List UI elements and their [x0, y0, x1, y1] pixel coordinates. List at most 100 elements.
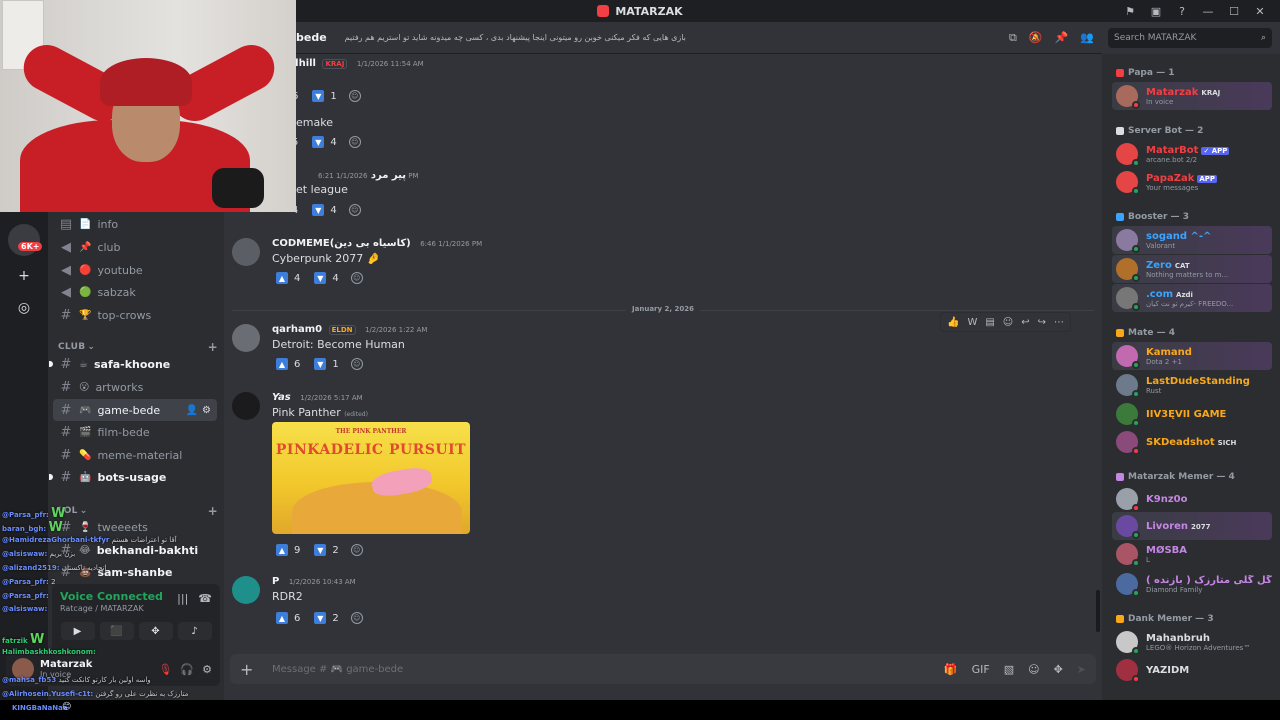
add-channel-icon[interactable]: + — [208, 340, 218, 354]
message-composer[interactable]: + Message # 🎮 game-bede 🎁 GIF ▧ ☺ ✥ ➤ — [230, 654, 1096, 684]
user-info[interactable]: Matarzak In voice — [40, 659, 92, 679]
add-reaction-button[interactable]: ☺ — [349, 610, 365, 626]
minimize-button[interactable]: — — [1196, 0, 1220, 22]
channel-youtube[interactable]: ◀ 🔴 youtube — [53, 259, 217, 281]
w-reaction-icon[interactable]: W — [967, 317, 977, 328]
author-name[interactable]: پیر مرد — [371, 170, 406, 181]
noise-suppression-icon[interactable]: ||| — [177, 592, 188, 605]
channel-artworks[interactable]: # 😮 artworks — [53, 376, 217, 398]
add-server-icon[interactable]: + — [8, 260, 40, 292]
member-item[interactable]: MØSBA L — [1112, 540, 1272, 568]
author-name[interactable]: CODMEME(کاسیاه بی دین) — [272, 238, 411, 249]
upvote-reaction[interactable]: ▲ 9 — [272, 542, 304, 558]
member-item[interactable]: Matarzak KRAJ In voice — [1112, 82, 1272, 110]
camera-button[interactable]: ▶ — [60, 622, 95, 640]
member-item[interactable]: Mahanbruh LEGO® Horizon Adventures™ — [1112, 628, 1272, 656]
gift-icon[interactable]: 🎁 — [944, 663, 958, 676]
send-icon[interactable]: ➤ — [1077, 663, 1086, 676]
channel-film-bede[interactable]: # 🎬 film-bede — [53, 421, 217, 443]
close-button[interactable]: ✕ — [1248, 0, 1272, 22]
avatar[interactable] — [232, 324, 260, 352]
avatar[interactable] — [232, 576, 260, 604]
channel-meme-material[interactable]: # 💊 meme-material — [53, 444, 217, 466]
member-item[interactable]: شرت گل گلی متارزک ( بازنده ) !Diamond Fa… — [1112, 570, 1272, 598]
member-item[interactable]: K9nz0o — [1112, 485, 1272, 513]
channel-club[interactable]: ◀ 📌 club — [53, 236, 217, 258]
disconnect-icon[interactable]: ☎ — [198, 592, 212, 605]
avatar[interactable] — [12, 658, 34, 680]
members-icon[interactable]: 👥 — [1080, 31, 1094, 45]
message-scrollbar[interactable] — [1096, 590, 1100, 632]
channel-bots-usage[interactable]: # 🤖 bots-usage — [49, 466, 217, 488]
upvote-reaction[interactable]: ▲ 6 — [272, 610, 304, 626]
member-item[interactable]: SKDeadshot SICH — [1112, 428, 1272, 456]
channel-tweeeets[interactable]: # 🍷 tweeeets — [53, 516, 217, 538]
member-item[interactable]: MatarBot ✓ APP arcane.bot 2/2 — [1112, 140, 1272, 168]
channel-info[interactable]: ▤ 📄 info — [53, 213, 217, 235]
channel-top-crows[interactable]: # 🏆 top-crows — [53, 304, 217, 326]
channel-safa-khoone[interactable]: # ☕ safa-khoone — [49, 353, 217, 375]
activities-button[interactable]: ✥ — [138, 622, 173, 640]
server-icon-matarzak[interactable] — [8, 224, 40, 256]
add-reaction-button[interactable]: ☺ — [349, 356, 365, 372]
soundboard-button[interactable]: ♪ — [177, 622, 212, 640]
upvote-reaction[interactable]: ▲ 6 — [272, 356, 304, 372]
add-reaction-icon[interactable]: ☺ — [1003, 317, 1013, 328]
author-name[interactable]: P — [272, 576, 279, 587]
downvote-reaction[interactable]: ▼ 2 — [310, 542, 342, 558]
add-reaction-button[interactable]: ☺ — [347, 134, 363, 150]
downvote-reaction[interactable]: ▼ 2 — [310, 610, 342, 626]
fact-reaction-icon[interactable]: ▤ — [985, 317, 994, 328]
discover-icon[interactable]: ◎ — [8, 292, 40, 324]
channel-sabzak[interactable]: ◀ 🟢 sabzak — [53, 281, 217, 303]
member-item[interactable]: Livoren 2077 — [1112, 512, 1272, 540]
upvote-reaction[interactable]: ▲ 4 — [272, 270, 304, 286]
reply-icon[interactable]: ↩ — [1021, 317, 1029, 328]
channel-sam-shanbe[interactable]: # 💩 sam-shanbe — [53, 561, 217, 583]
add-reaction-button[interactable]: ☺ — [347, 202, 363, 218]
downvote-reaction[interactable]: ▼ 1 — [310, 356, 342, 372]
screen-icon[interactable]: ▣ — [1144, 0, 1168, 22]
inbox-icon[interactable]: ⚑ — [1118, 0, 1142, 22]
search-input[interactable]: Search MATARZAK ⌕ — [1108, 28, 1272, 48]
screen-share-button[interactable]: ⬛ — [99, 622, 134, 640]
author-name[interactable]: qarham0 — [272, 324, 322, 335]
threads-icon[interactable]: ⧉ — [1009, 31, 1017, 45]
more-options-icon[interactable]: ⋯ — [1054, 317, 1064, 328]
invite-icon[interactable]: 👤 — [186, 405, 198, 416]
avatar[interactable] — [232, 392, 260, 420]
author-name[interactable]: Yas — [272, 392, 291, 403]
thumbs-up-icon[interactable]: 👍 — [947, 317, 959, 328]
gif-icon[interactable]: GIF — [972, 663, 990, 676]
apps-icon[interactable]: ✥ — [1054, 663, 1063, 676]
forward-icon[interactable]: ↪ — [1038, 317, 1046, 328]
attach-plus-icon[interactable]: + — [240, 660, 262, 679]
gear-icon[interactable]: ⚙ — [202, 663, 212, 676]
downvote-reaction[interactable]: ▼ 4 — [308, 134, 340, 150]
attachment-image[interactable]: THE PINK PANTHER PINKADELIC PURSUIT — [272, 422, 470, 534]
channel-bekhandi-bakhti[interactable]: # 😂 bekhandi-bakhti — [53, 539, 217, 561]
mute-microphone-icon[interactable]: 🎙 — [158, 663, 172, 676]
mute-notifications-icon[interactable]: 🔕 — [1029, 31, 1043, 45]
downvote-reaction[interactable]: ▼ 4 — [308, 202, 340, 218]
add-reaction-button[interactable]: ☺ — [347, 88, 363, 104]
category-club[interactable]: CLUB ⌄ + — [58, 340, 218, 354]
member-item[interactable]: PapaZak APP Your messages — [1112, 168, 1272, 196]
headphones-icon[interactable]: 🎧 — [180, 663, 194, 676]
member-item[interactable]: .com Azdi کیرم تو نت کیان- FREEDO... — [1112, 284, 1272, 312]
member-item[interactable]: IIV3ĘVII GAME — [1112, 400, 1272, 428]
channel-game-bede[interactable]: # 🎮 game-bede 👤 ⚙ — [53, 399, 217, 421]
add-reaction-button[interactable]: ☺ — [349, 270, 365, 286]
pin-icon[interactable]: 📌 — [1055, 31, 1069, 45]
add-reaction-button[interactable]: ☺ — [349, 542, 365, 558]
member-item[interactable]: LastDudeStanding Rust — [1112, 371, 1272, 399]
help-icon[interactable]: ? — [1170, 0, 1194, 22]
sticker-icon[interactable]: ▧ — [1004, 663, 1014, 676]
member-item[interactable]: Zero CAT Nothing matters to m... — [1112, 255, 1272, 283]
emoji-icon[interactable]: ☺ — [1028, 663, 1039, 676]
maximize-button[interactable]: ☐ — [1222, 0, 1246, 22]
member-item[interactable]: YAZIDM — [1112, 656, 1272, 684]
avatar[interactable] — [232, 238, 260, 266]
downvote-reaction[interactable]: ▼ 1 — [308, 88, 340, 104]
downvote-reaction[interactable]: ▼ 4 — [310, 270, 342, 286]
